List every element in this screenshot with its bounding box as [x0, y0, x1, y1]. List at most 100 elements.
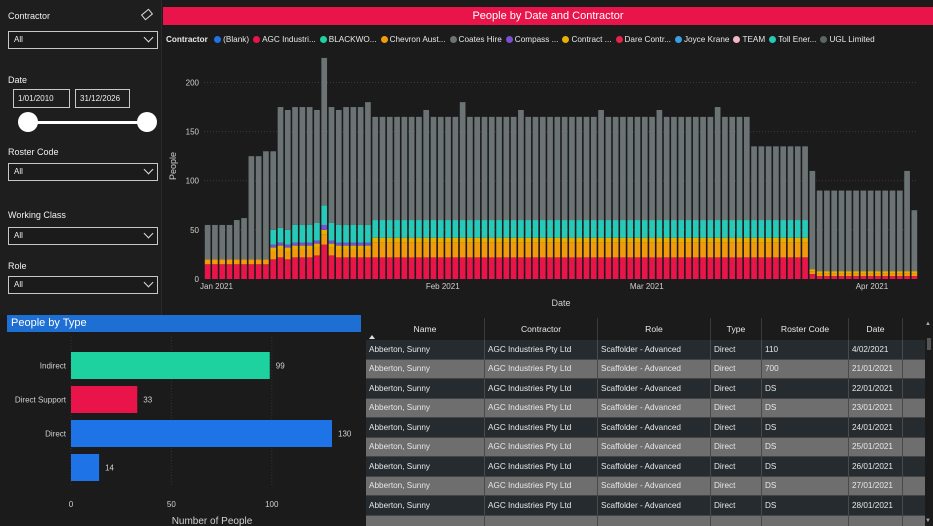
bar-segment-orange[interactable]	[911, 273, 918, 277]
bar-segment-agc[interactable]	[845, 276, 852, 279]
bar-segment-yellow[interactable]	[459, 237, 466, 243]
bar-segment-grey[interactable]	[518, 109, 524, 221]
bar-segment-yellow[interactable]	[328, 243, 335, 248]
bar-segment-orange[interactable]	[671, 242, 677, 258]
bar-segment-agc[interactable]	[532, 257, 539, 279]
bar-segment-orange[interactable]	[350, 249, 357, 258]
bar-segment-teal[interactable]	[700, 220, 706, 238]
bar-segment-orange[interactable]	[787, 242, 794, 258]
bar-segment-agc[interactable]	[620, 257, 626, 279]
bar-segment-purple[interactable]	[306, 242, 313, 246]
legend-item[interactable]: TEAM	[733, 35, 765, 44]
bar-segment-teal[interactable]	[554, 220, 561, 238]
bar-segment-purple[interactable]	[350, 242, 357, 246]
bar-segment-grey[interactable]	[867, 190, 874, 272]
bar-segment-grey[interactable]	[314, 109, 320, 223]
bar-segment-teal[interactable]	[518, 220, 524, 238]
bar-segment-agc[interactable]	[379, 257, 386, 279]
bar-segment-grey[interactable]	[889, 190, 896, 272]
bar-segment-teal[interactable]	[714, 220, 721, 238]
bar-segment-yellow[interactable]	[598, 237, 604, 243]
bar-segment-yellow[interactable]	[904, 271, 910, 274]
bar-segment-orange[interactable]	[547, 242, 553, 258]
bar-segment-yellow[interactable]	[707, 237, 714, 243]
bar-segment-agc[interactable]	[853, 276, 859, 279]
bar-segment-orange[interactable]	[583, 242, 590, 258]
bar-segment-teal[interactable]	[430, 220, 437, 238]
bar-segment-orange[interactable]	[496, 242, 502, 258]
bar-segment-yellow[interactable]	[838, 271, 845, 274]
bar-segment-agc[interactable]	[510, 257, 517, 279]
bar-segment-agc[interactable]	[372, 257, 379, 279]
bar-segment-agc[interactable]	[612, 257, 619, 279]
type-bar[interactable]	[71, 352, 270, 379]
bar-segment-orange[interactable]	[736, 242, 743, 258]
bar-segment-orange[interactable]	[416, 242, 422, 258]
bar-segment-agc[interactable]	[583, 257, 590, 279]
bar-segment-agc[interactable]	[547, 257, 553, 279]
legend-item[interactable]: Joyce Krane	[674, 35, 729, 44]
bar-segment-agc[interactable]	[263, 264, 269, 279]
bar-segment-orange[interactable]	[525, 242, 532, 258]
bar-segment-teal[interactable]	[598, 220, 604, 238]
bar-segment-orange[interactable]	[430, 242, 437, 258]
bar-segment-orange[interactable]	[904, 273, 910, 277]
bar-segment-agc[interactable]	[787, 257, 794, 279]
bar-segment-orange[interactable]	[867, 273, 874, 277]
bar-segment-yellow[interactable]	[875, 271, 881, 274]
bar-segment-yellow[interactable]	[758, 237, 765, 243]
bar-segment-orange[interactable]	[809, 271, 816, 275]
bar-segment-orange[interactable]	[722, 242, 728, 258]
bar-segment-orange[interactable]	[270, 251, 277, 260]
bar-segment-orange[interactable]	[445, 242, 451, 258]
bar-segment-agc[interactable]	[700, 257, 706, 279]
bar-segment-agc[interactable]	[692, 257, 699, 279]
bar-segment-orange[interactable]	[780, 242, 787, 258]
bar-segment-yellow[interactable]	[845, 271, 852, 274]
bar-segment-orange[interactable]	[503, 242, 510, 258]
bar-segment-grey[interactable]	[350, 107, 357, 225]
bar-segment-grey[interactable]	[627, 116, 634, 221]
bar-segment-grey[interactable]	[583, 116, 590, 221]
bar-segment-grey[interactable]	[255, 156, 262, 260]
bar-segment-grey[interactable]	[328, 107, 335, 223]
working-class-dropdown[interactable]: All	[8, 227, 158, 245]
bar-segment-agc[interactable]	[875, 276, 881, 279]
bar-segment-agc[interactable]	[299, 257, 306, 279]
bar-segment-grey[interactable]	[386, 116, 393, 221]
bar-segment-grey[interactable]	[204, 224, 211, 260]
bar-segment-grey[interactable]	[714, 107, 721, 221]
bar-segment-yellow[interactable]	[510, 237, 517, 243]
bar-segment-teal[interactable]	[328, 222, 335, 241]
bar-segment-agc[interactable]	[707, 257, 714, 279]
sort-ascending-icon[interactable]	[369, 335, 375, 339]
bar-segment-agc[interactable]	[248, 264, 255, 279]
bar-segment-yellow[interactable]	[474, 237, 481, 243]
bar-segment-teal[interactable]	[474, 220, 481, 238]
bar-segment-agc[interactable]	[780, 257, 787, 279]
table-row[interactable]: Abberton, Sunny AGC Industries Pty Ltd Sca…	[366, 359, 925, 379]
bar-segment-agc[interactable]	[481, 257, 488, 279]
bar-segment-grey[interactable]	[248, 156, 255, 260]
bar-segment-orange[interactable]	[372, 242, 379, 258]
bar-segment-grey[interactable]	[663, 116, 670, 221]
bar-segment-yellow[interactable]	[394, 237, 400, 243]
bar-segment-purple[interactable]	[292, 242, 298, 246]
bar-segment-orange[interactable]	[729, 242, 736, 258]
bar-segment-yellow[interactable]	[539, 237, 546, 243]
bar-segment-orange[interactable]	[831, 273, 838, 277]
bar-segment-grey[interactable]	[620, 116, 626, 221]
bar-segment-teal[interactable]	[335, 224, 342, 243]
bar-segment-yellow[interactable]	[569, 237, 575, 243]
bar-segment-purple[interactable]	[299, 242, 306, 246]
bar-segment-agc[interactable]	[437, 257, 444, 279]
bar-segment-grey[interactable]	[467, 116, 473, 221]
bar-segment-yellow[interactable]	[743, 237, 750, 243]
bar-segment-yellow[interactable]	[860, 271, 867, 274]
bar-segment-grey[interactable]	[445, 116, 451, 221]
bar-segment-agc[interactable]	[663, 257, 670, 279]
bar-segment-agc[interactable]	[212, 264, 218, 279]
bar-segment-grey[interactable]	[532, 116, 539, 221]
bar-segment-agc[interactable]	[452, 257, 459, 279]
bar-segment-agc[interactable]	[569, 257, 575, 279]
